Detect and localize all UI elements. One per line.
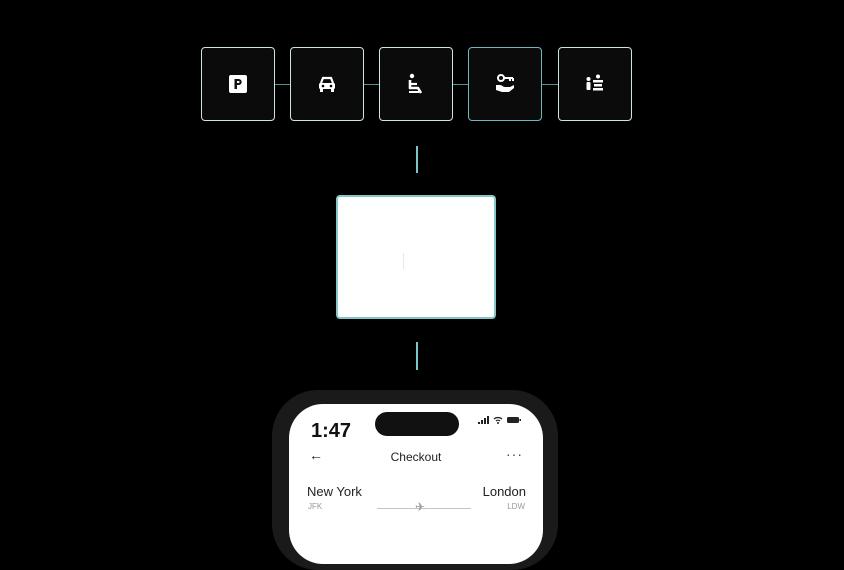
seat-icon (408, 73, 423, 94)
content-card[interactable] (336, 195, 496, 319)
origin-city: New York (307, 484, 362, 499)
connector-line (542, 84, 558, 85)
connector-line (275, 84, 290, 85)
destination-city: London (482, 484, 526, 499)
signal-icon (478, 416, 489, 424)
parking-icon-box[interactable] (201, 47, 275, 121)
parking-icon (229, 75, 247, 93)
family-icon (586, 74, 603, 91)
dynamic-island (375, 412, 459, 436)
more-options-button[interactable]: ··· (506, 446, 523, 462)
battery-icon (507, 417, 521, 423)
key-hand-icon (496, 74, 514, 92)
connector-line (364, 84, 379, 85)
lounge-access-icon-box[interactable] (468, 47, 542, 121)
seat-icon-box[interactable] (379, 47, 453, 121)
phone-screen: 1:47 ← Checkout ··· New York JFK London … (289, 404, 543, 564)
plane-icon: ✈ (415, 500, 426, 514)
connector-line (416, 342, 418, 370)
car-icon-box[interactable] (290, 47, 364, 121)
status-icons (478, 416, 521, 424)
page-title: Checkout (390, 450, 442, 464)
connector-line (416, 146, 418, 173)
family-icon-box[interactable] (558, 47, 632, 121)
car-icon (319, 76, 335, 92)
status-time: 1:47 (311, 420, 352, 442)
origin-code: JFK (308, 502, 323, 511)
destination-code: LDW (507, 502, 525, 511)
connector-line (453, 84, 468, 85)
wifi-icon (493, 416, 503, 424)
text-cursor (403, 253, 404, 269)
